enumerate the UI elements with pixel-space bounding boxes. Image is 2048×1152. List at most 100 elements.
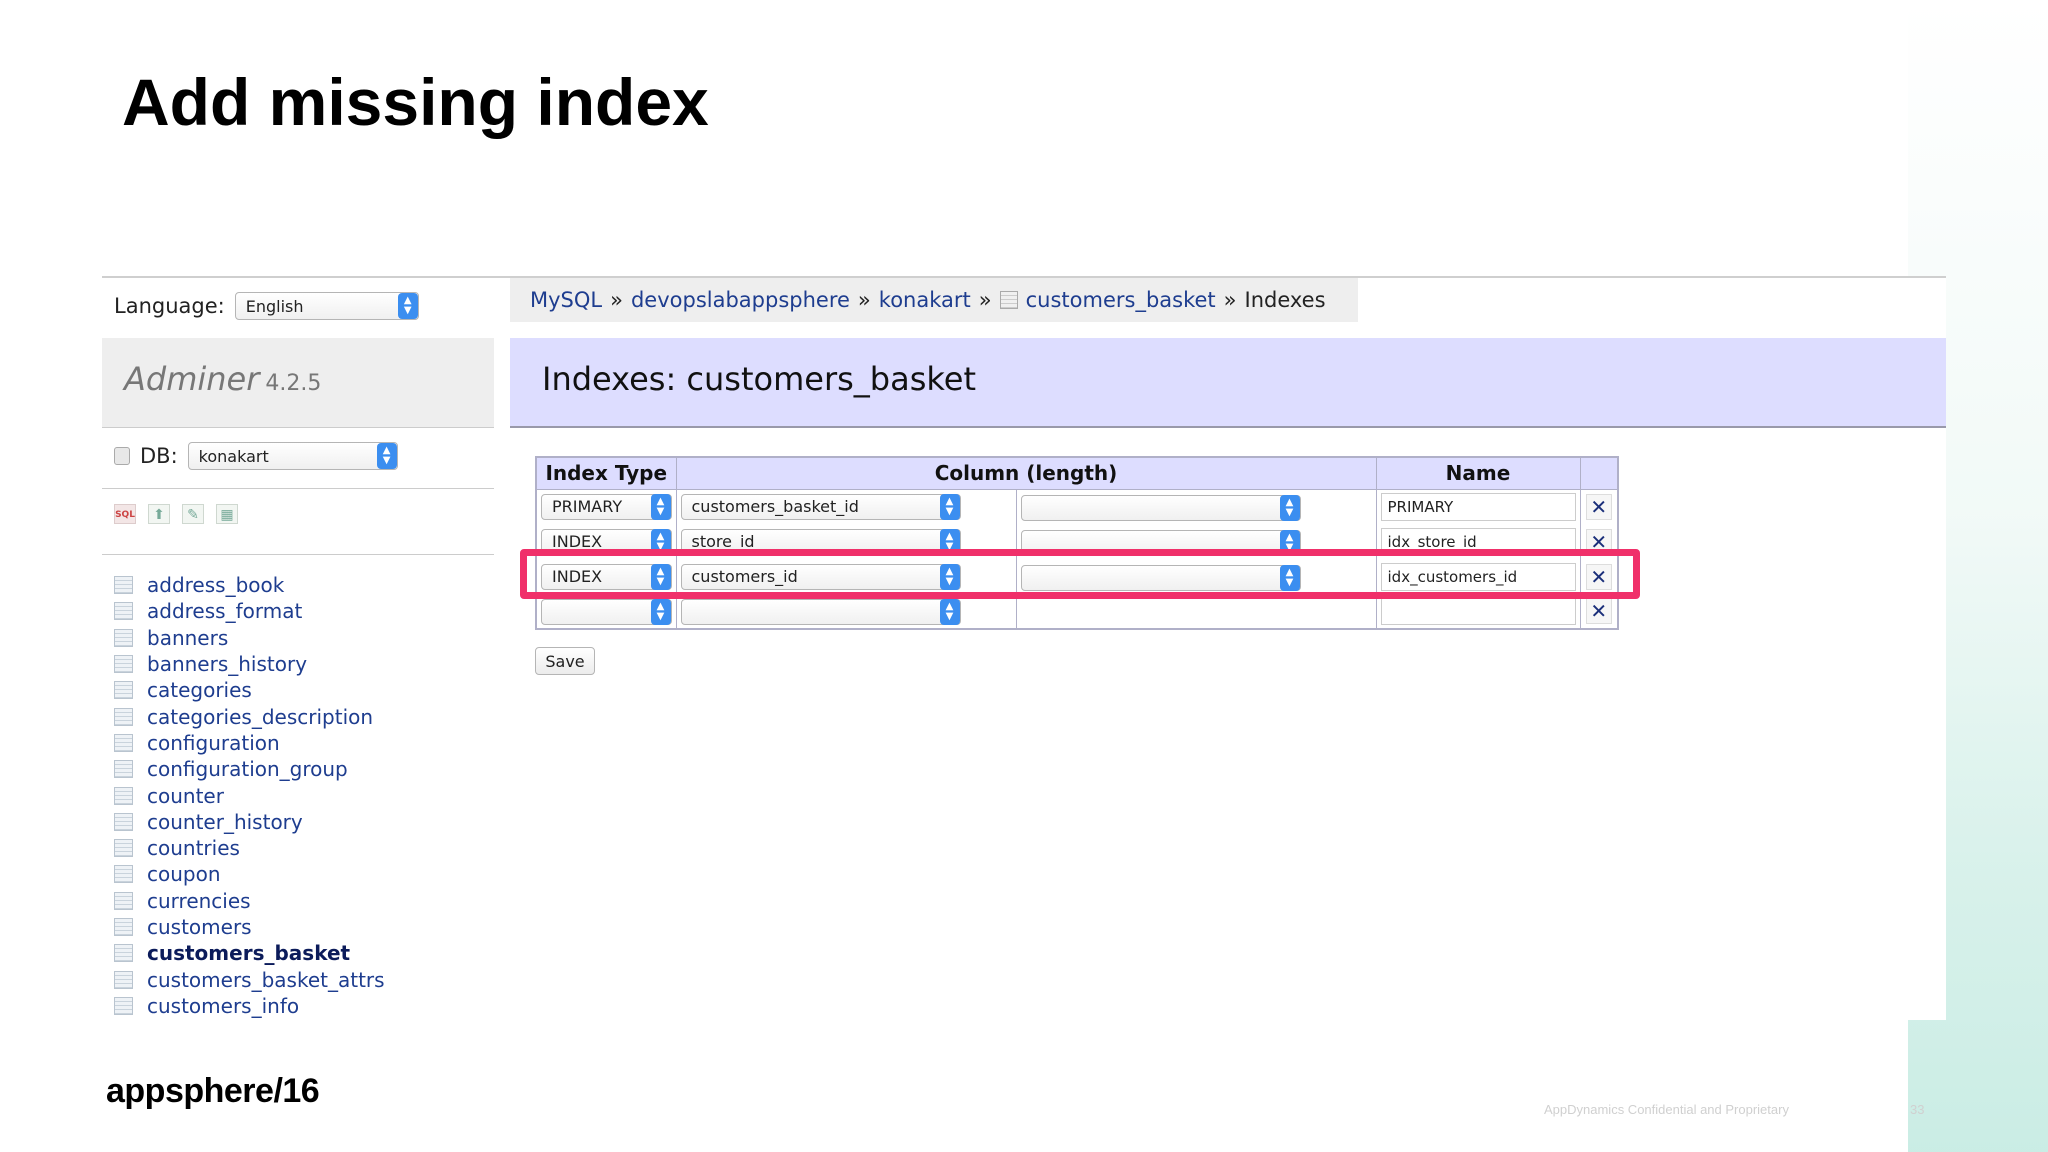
chevron-updown-icon: ▲ ▼ (1279, 494, 1300, 521)
index-type-select[interactable]: PRIMARY ▲ ▼ (541, 493, 672, 520)
table-icon[interactable] (114, 812, 133, 831)
breadcrumb-mysql[interactable]: MySQL (530, 288, 602, 312)
language-value: English (245, 296, 304, 316)
table-link[interactable]: currencies (147, 889, 251, 913)
breadcrumb-separator: » (857, 288, 871, 312)
table-link[interactable]: counter_history (147, 810, 303, 834)
table-icon[interactable] (114, 996, 133, 1015)
chevron-updown-icon: ▲ ▼ (939, 528, 960, 555)
table-icon[interactable] (114, 733, 133, 752)
index-name-input[interactable]: idx_store_id (1380, 527, 1576, 556)
app-name: Adminer 4.2.5 (124, 360, 322, 398)
language-select[interactable]: English ▲ ▼ (234, 292, 419, 320)
table-icon[interactable] (114, 865, 133, 884)
list-item-active: customers_basket (114, 940, 385, 966)
chevron-updown-icon: ▲ ▼ (376, 443, 397, 469)
column-select[interactable]: customers_id ▲ ▼ (680, 563, 961, 590)
list-item: categories (114, 677, 385, 703)
table-icon[interactable] (114, 786, 133, 805)
table-list: address_book address_format banners bann… (114, 572, 385, 1019)
page-header: Indexes: customers_basket (510, 338, 1946, 428)
breadcrumb-separator: » (1223, 288, 1237, 312)
chevron-updown-icon: ▲ ▼ (650, 599, 671, 625)
list-item: configuration (114, 730, 385, 756)
table-icon[interactable] (114, 918, 133, 936)
db-select[interactable]: konakart ▲ ▼ (187, 442, 398, 470)
table-link[interactable]: customers_basket_attrs (147, 968, 385, 992)
chevron-updown-icon: ▲ ▼ (397, 293, 418, 319)
table-icon[interactable] (114, 681, 133, 700)
table-link[interactable]: coupon (147, 862, 221, 886)
table-link[interactable]: address_format (147, 599, 302, 623)
column-select-2[interactable]: ▲ ▼ (1020, 494, 1301, 521)
breadcrumb-table[interactable]: customers_basket (1026, 288, 1216, 312)
header-index-type: Index Type (535, 456, 677, 490)
table-link[interactable]: counter (147, 784, 224, 808)
table-icon[interactable] (114, 970, 133, 989)
table-icon[interactable] (114, 602, 133, 621)
table-header-row: Index Type Column (length) Name (535, 456, 1619, 490)
index-name-input[interactable]: PRIMARY (1380, 492, 1576, 521)
sql-command-icon[interactable]: SQL (114, 504, 136, 524)
table-link[interactable]: categories (147, 678, 252, 702)
header-name: Name (1375, 456, 1581, 490)
remove-icon[interactable]: ✕ (1585, 528, 1612, 555)
table-icon[interactable] (114, 760, 133, 779)
table-icon[interactable] (114, 576, 133, 595)
index-type-select[interactable]: INDEX ▲ ▼ (541, 528, 672, 555)
list-item: customers_basket_attrs (114, 966, 385, 992)
adminer-logo[interactable]: Adminer 4.2.5 (102, 338, 494, 428)
header-column-length: Column (length) (675, 456, 1377, 490)
column-select[interactable]: ▲ ▼ (680, 599, 961, 625)
divider (102, 488, 494, 489)
remove-icon[interactable]: ✕ (1585, 563, 1612, 590)
table-icon[interactable] (114, 707, 133, 726)
column-select[interactable]: customers_basket_id ▲ ▼ (680, 493, 961, 520)
create-table-icon[interactable]: ▦ (216, 504, 238, 524)
index-name-input[interactable]: idx_customers_id (1380, 562, 1576, 591)
table-link-active[interactable]: customers_basket (147, 941, 350, 965)
table-row: PRIMARY ▲ ▼ customers_basket_id ▲ ▼ ▲ ▼ PRIMA… (535, 489, 1619, 524)
column-select[interactable]: store_id ▲ ▼ (680, 528, 961, 555)
table-row: ▲ ▼ ▲ ▼ ✕ (535, 594, 1619, 629)
adminer-screenshot: Language: English ▲ ▼ Adminer 4.2.5 DB: ko… (102, 276, 1946, 1020)
table-link[interactable]: banners_history (147, 652, 307, 676)
table-link[interactable]: address_book (147, 573, 284, 597)
table-icon[interactable] (114, 944, 133, 963)
table-link[interactable]: countries (147, 836, 240, 860)
table-link[interactable]: customers_info (147, 994, 299, 1018)
slide-title: Add missing index (122, 65, 709, 139)
save-button[interactable]: Save (535, 647, 595, 675)
column-select-2[interactable]: ▲ ▼ (1020, 529, 1301, 556)
breadcrumb-database[interactable]: konakart (879, 288, 971, 312)
indexes-table: Index Type Column (length) Name PRIMARY ▲… (535, 456, 1619, 630)
table-icon[interactable] (114, 628, 133, 647)
table-icon[interactable] (114, 891, 133, 910)
index-type-select[interactable]: ▲ ▼ (541, 599, 672, 625)
breadcrumb-separator: » (610, 288, 623, 312)
column-select-2[interactable]: ▲ ▼ (1020, 564, 1301, 591)
index-name-input[interactable] (1380, 597, 1576, 625)
table-link[interactable]: configuration_group (147, 757, 348, 781)
breadcrumb-current: Indexes (1244, 288, 1326, 312)
remove-icon[interactable]: ✕ (1585, 598, 1612, 624)
table-icon[interactable] (114, 655, 133, 674)
table-link[interactable]: configuration (147, 731, 280, 755)
breadcrumb-server[interactable]: devopslabappsphere (631, 288, 850, 312)
remove-icon[interactable]: ✕ (1585, 493, 1612, 520)
table-link[interactable]: customers (147, 915, 252, 939)
appsphere-logo: appsphere/16 (106, 1072, 320, 1110)
index-type-select[interactable]: INDEX ▲ ▼ (541, 563, 672, 590)
table-link[interactable]: categories_description (147, 705, 373, 729)
list-item: address_book (114, 572, 385, 598)
chevron-updown-icon: ▲ ▼ (1279, 529, 1300, 556)
chevron-updown-icon: ▲ ▼ (650, 493, 671, 520)
table-link[interactable]: banners (147, 626, 228, 650)
footer-note: AppDynamics Confidential and Proprietary (1544, 1102, 1789, 1117)
export-icon[interactable]: ✎ (182, 504, 204, 524)
table-icon[interactable] (114, 839, 133, 858)
import-icon[interactable]: ⬆ (148, 504, 170, 524)
list-item: countries (114, 835, 385, 861)
chevron-updown-icon: ▲ ▼ (650, 563, 671, 590)
db-value: konakart (198, 446, 269, 466)
